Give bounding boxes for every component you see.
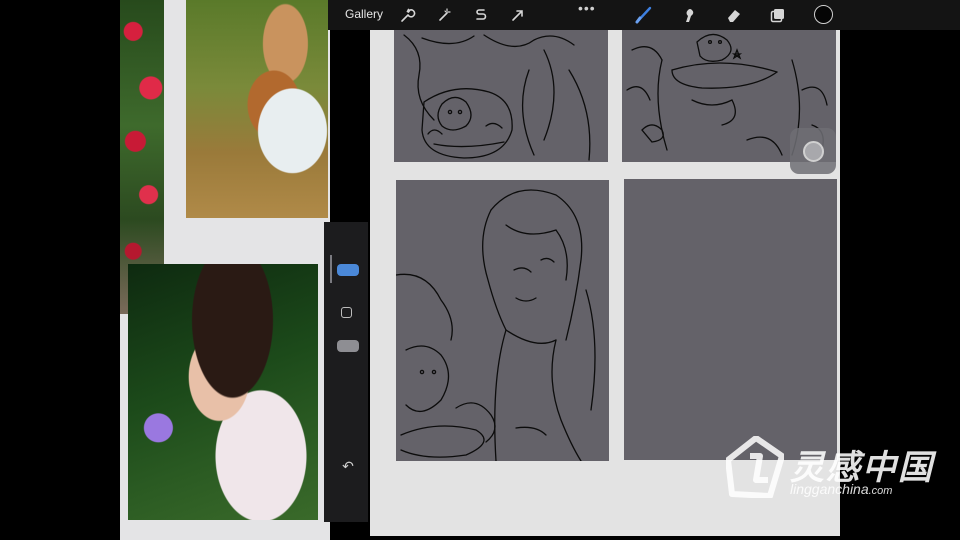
watermark-url-suffix: .com: [868, 485, 893, 497]
sketch-lines: [403, 34, 591, 161]
comic-panel-bottom-left[interactable]: [396, 180, 609, 461]
selection-s-icon[interactable]: [472, 6, 490, 24]
more-options-icon[interactable]: •••: [578, 0, 596, 16]
sketch-lines: [396, 189, 596, 461]
brush-size-slider[interactable]: [337, 264, 359, 276]
watermark-url: lingganchina.com: [790, 481, 892, 497]
brush-icon[interactable]: [635, 6, 653, 24]
sidebar-slider-track[interactable]: [330, 255, 332, 283]
layers-icon[interactable]: [769, 6, 787, 24]
transform-arrow-icon[interactable]: [509, 6, 527, 24]
comic-panel-top-left[interactable]: [394, 30, 608, 162]
comic-panel-bottom-right[interactable]: [624, 179, 837, 460]
watermark-logo: [725, 435, 785, 499]
modify-button[interactable]: [341, 307, 352, 318]
eraser-icon[interactable]: [725, 6, 743, 24]
wrench-icon[interactable]: [398, 6, 416, 24]
brush-opacity-slider[interactable]: [337, 340, 359, 352]
color-swatch[interactable]: [814, 5, 833, 24]
watermark-url-main: lingganchina: [790, 481, 869, 497]
smudge-icon[interactable]: [680, 6, 698, 24]
gallery-button[interactable]: Gallery: [345, 7, 383, 21]
quickmenu-dot[interactable]: [803, 141, 824, 162]
reference-photo-girl-flower: [128, 264, 318, 520]
reference-photo-girl-basket: [186, 0, 328, 218]
magic-wand-icon[interactable]: [435, 6, 453, 24]
undo-icon[interactable]: ↶: [338, 456, 358, 476]
